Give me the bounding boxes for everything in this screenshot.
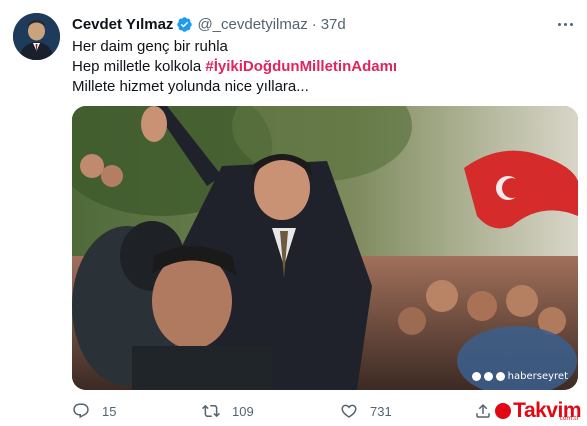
twitter-icon [483, 372, 493, 381]
tweet-line-2: Hep milletle kolkola #İyikiDoğdunMilleti… [72, 57, 397, 77]
youtube-icon [495, 372, 505, 381]
retweet-count: 109 [232, 403, 254, 419]
tweet-timestamp[interactable]: 37d [321, 16, 346, 33]
watermark-text: haberseyret [507, 371, 568, 382]
tweet-header: Cevdet Yılmaz @_cevdetyilmaz · 37d [72, 13, 346, 35]
hashtag-link[interactable]: #İyikiDoğdunMilletinAdamı [205, 58, 397, 75]
takvim-logo-domain: com.tr [559, 415, 579, 422]
like-count: 731 [370, 403, 392, 419]
reply-button[interactable]: 15 [72, 400, 116, 422]
verified-badge-icon [176, 16, 193, 33]
author-name[interactable]: Cevdet Yılmaz [72, 16, 173, 33]
takvim-logo-mark [495, 403, 512, 419]
takvim-logo: Takvim com.tr [495, 399, 581, 423]
more-options-icon[interactable] [553, 12, 577, 36]
retweet-button[interactable]: 109 [202, 400, 254, 422]
retweet-icon [202, 402, 220, 420]
tweet-line-3: Millete hizmet yolunda nice yıllara... [72, 78, 309, 95]
tweet-text: Her daim genç bir ruhla Hep milletle kol… [72, 37, 397, 97]
tweet[interactable]: Cevdet Yılmaz @_cevdetyilmaz · 37d Her d… [0, 0, 587, 426]
like-button[interactable]: 731 [340, 400, 392, 422]
heart-icon [340, 402, 358, 420]
tweet-line-1: Her daim genç bir ruhla [72, 38, 228, 55]
separator-dot: · [311, 15, 317, 33]
reply-icon [72, 402, 90, 420]
tweet-line-2-text: Hep milletle kolkola [72, 58, 206, 75]
media-watermark: haberseyret [471, 371, 568, 382]
facebook-icon [471, 372, 481, 381]
tweet-media-image[interactable]: haberseyret [72, 106, 578, 390]
reply-count: 15 [102, 403, 117, 419]
share-icon [474, 402, 492, 420]
avatar[interactable] [13, 13, 60, 60]
author-handle[interactable]: @_cevdetyilmaz [197, 16, 307, 33]
share-button[interactable] [474, 400, 492, 422]
